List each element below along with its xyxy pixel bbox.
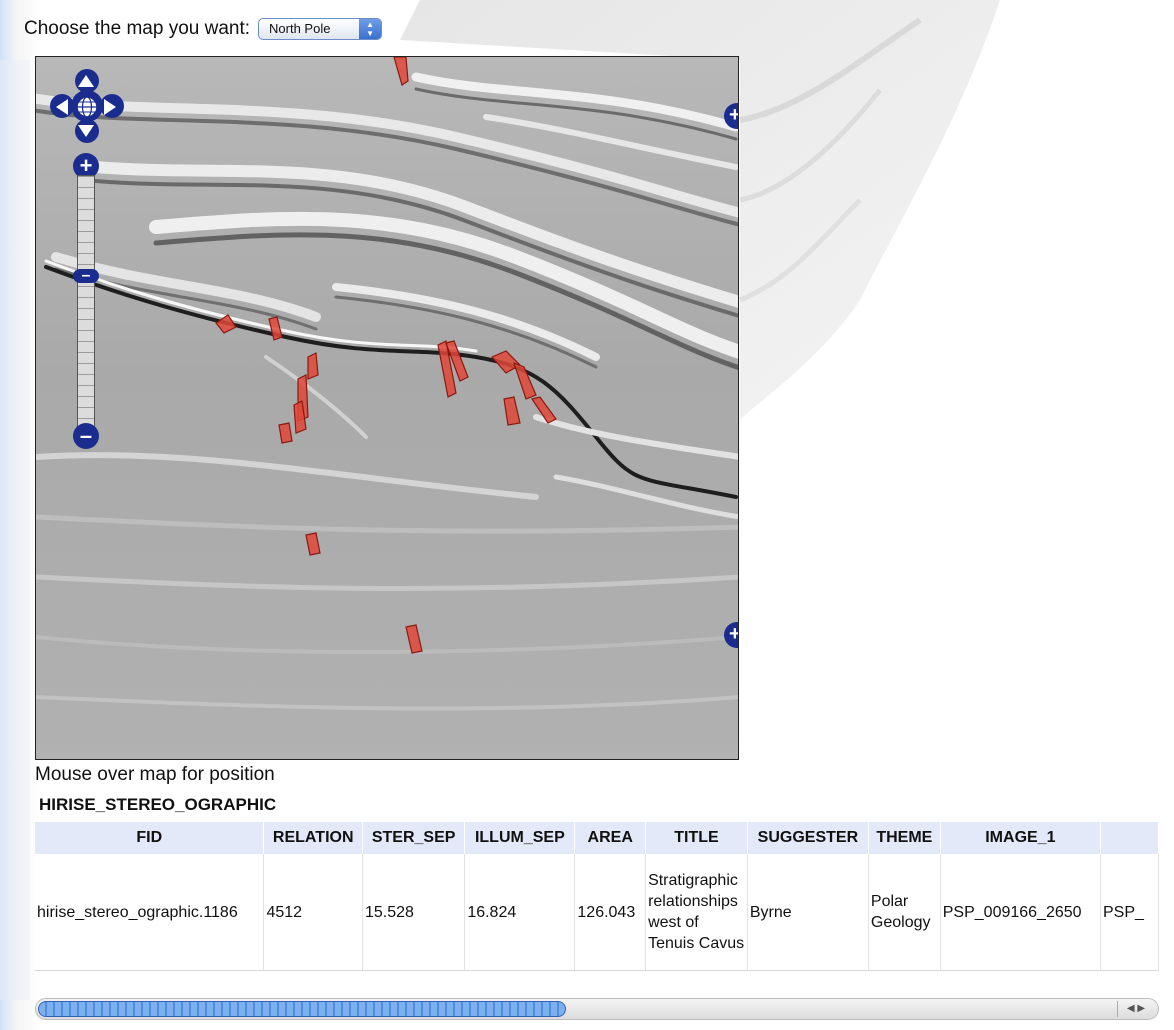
cell-fid: hirise_stereo_ographic.1186: [35, 854, 265, 971]
cell-title: Stratigraphic relationships west of Tenu…: [645, 854, 748, 971]
cell-overflow: PSP_: [1100, 854, 1159, 971]
pan-down-icon[interactable]: [73, 119, 99, 143]
feature-table-viewport: FID RELATION STER_SEP ILLUM_SEP AREA TIT…: [35, 822, 1159, 972]
pan-up-icon[interactable]: [73, 69, 99, 93]
zoom-out-icon[interactable]: –: [73, 423, 99, 449]
column-header-theme[interactable]: THEME: [868, 822, 941, 854]
column-header-ster-sep[interactable]: STER_SEP: [362, 822, 466, 854]
cell-theme: Polar Geology: [868, 854, 941, 971]
column-header-illum-sep[interactable]: ILLUM_SEP: [464, 822, 576, 854]
map-chooser: Choose the map you want: North Pole ▲ ▼: [24, 18, 383, 40]
column-header-overflow: [1100, 822, 1159, 854]
cell-suggester: Byrne: [747, 854, 869, 971]
table-row[interactable]: hirise_stereo_ographic.1186 4512 15.528 …: [35, 854, 1159, 971]
mouse-position: Mouse over map for position: [35, 764, 275, 785]
globe-icon[interactable]: [74, 94, 100, 120]
column-header-fid[interactable]: FID: [35, 822, 265, 854]
column-header-image-1[interactable]: IMAGE_1: [940, 822, 1101, 854]
cell-image-1: PSP_009166_2650: [940, 854, 1101, 971]
horizontal-scrollbar[interactable]: ◀ ▶: [35, 998, 1159, 1020]
cell-ster-sep: 15.528: [362, 854, 466, 971]
pan-right-icon[interactable]: [98, 94, 122, 120]
zoom-slider-handle[interactable]: –: [73, 268, 99, 284]
map-select-value: North Pole: [269, 21, 331, 36]
cell-relation: 4512: [263, 854, 363, 971]
results-layer-title: HIRISE_STEREO_OGRAPHIC: [39, 795, 277, 814]
map-select[interactable]: North Pole ▲ ▼: [258, 18, 383, 40]
column-header-suggester[interactable]: SUGGESTER: [747, 822, 869, 854]
scroll-arrows-icon[interactable]: ◀ ▶: [1117, 1001, 1154, 1017]
scrollbar-thumb[interactable]: [38, 1001, 566, 1017]
cell-illum-sep: 16.824: [464, 854, 576, 971]
feature-table: FID RELATION STER_SEP ILLUM_SEP AREA TIT…: [35, 822, 1159, 971]
choose-map-label: Choose the map you want:: [24, 18, 251, 39]
select-stepper-icon: ▲ ▼: [359, 19, 382, 39]
zoom-bar: + – –: [73, 153, 99, 449]
table-header-row: FID RELATION STER_SEP ILLUM_SEP AREA TIT…: [35, 822, 1159, 854]
map-viewport[interactable]: + – – + +: [35, 56, 739, 760]
zoom-slider-track[interactable]: [77, 175, 95, 437]
column-header-area[interactable]: AREA: [574, 822, 647, 854]
cell-area: 126.043: [574, 854, 647, 971]
column-header-title[interactable]: TITLE: [645, 822, 748, 854]
terrain-layer: [36, 57, 738, 759]
pan-left-icon[interactable]: [50, 94, 74, 120]
column-header-relation[interactable]: RELATION: [263, 822, 363, 854]
